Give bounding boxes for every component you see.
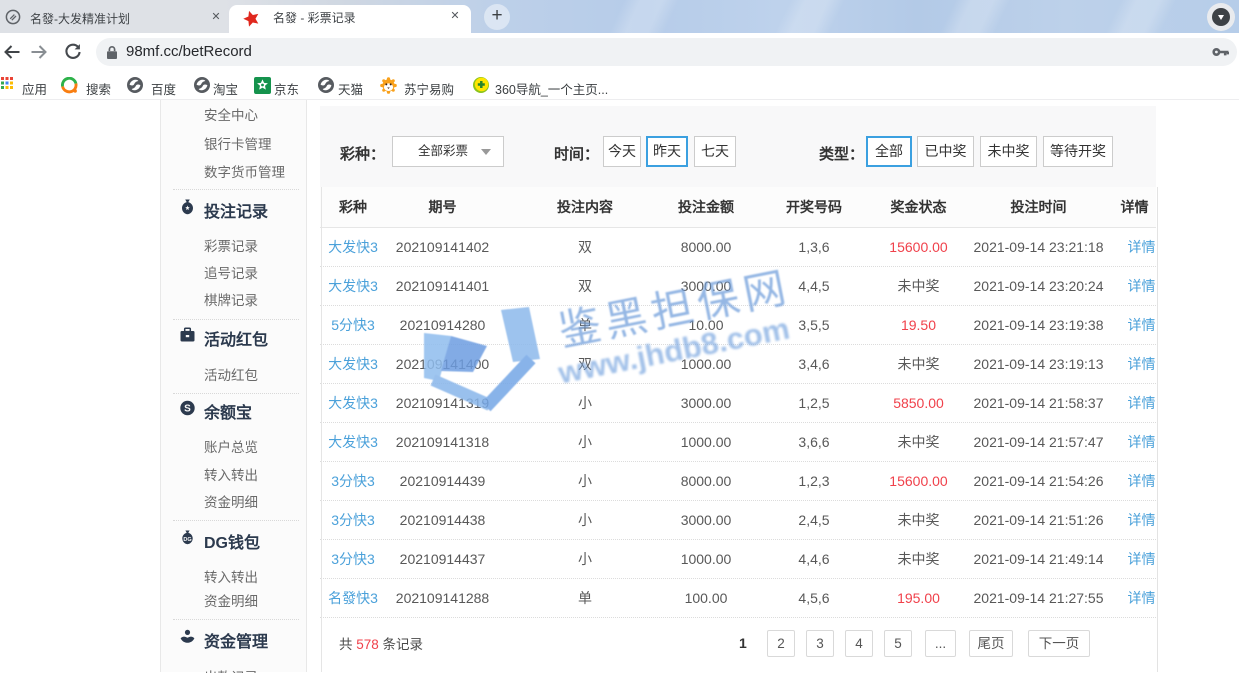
svg-text:S: S <box>184 404 191 415</box>
svg-text:DG: DG <box>183 537 191 543</box>
